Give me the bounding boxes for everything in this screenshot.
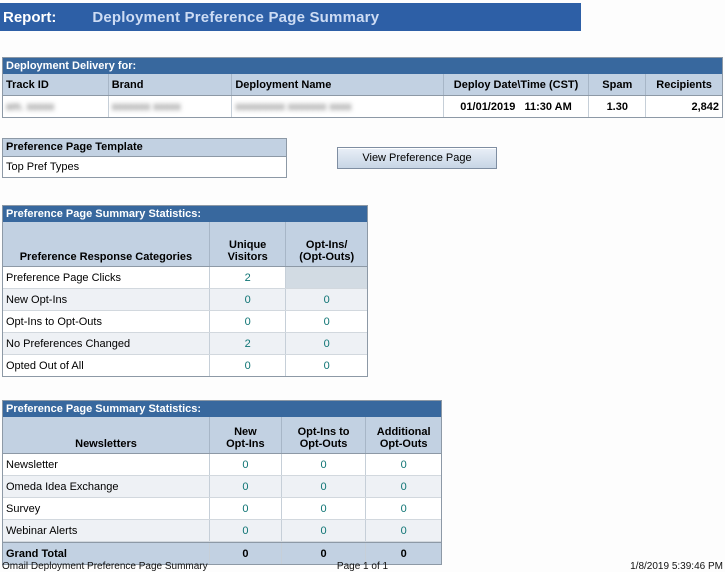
track-id-value: xm. xxxxx	[3, 96, 108, 117]
preference-template-box: Preference Page Template Top Pref Types	[2, 138, 287, 178]
unique-visitors-value: 2	[209, 267, 286, 288]
additional-optouts-value: 0	[365, 454, 441, 475]
row-label: Opt-Ins to Opt-Outs	[3, 311, 209, 332]
footer-report-name: Omail Deployment Preference Page Summary	[2, 561, 242, 572]
col-header-recipients: Recipients	[645, 74, 722, 95]
table-row: Survey 0 0 0	[3, 498, 441, 520]
optins-optouts-value: 0	[285, 289, 367, 310]
page-title: Deployment Preference Page Summary	[92, 9, 379, 26]
delivery-column-header-row: Track ID Brand Deployment Name Deploy Da…	[3, 74, 722, 96]
optins-to-optouts-value: 0	[281, 498, 366, 519]
col-header-response-categories: Preference Response Categories	[3, 222, 209, 266]
deployment-name-value: xxxxxxxxx xxxxxxx xxxx	[231, 96, 442, 117]
row-label: New Opt-Ins	[3, 289, 209, 310]
row-label: Opted Out of All	[3, 355, 209, 376]
delivery-section-header: Deployment Delivery for:	[3, 58, 722, 74]
view-preference-page-button[interactable]: View Preference Page	[337, 147, 497, 169]
row-label: Preference Page Clicks	[3, 267, 209, 288]
additional-optouts-value: 0	[365, 476, 441, 497]
new-optins-value: 0	[209, 520, 281, 541]
unique-visitors-value: 2	[209, 333, 286, 354]
table-row: Preference Page Clicks 2	[3, 267, 367, 289]
table-row: Webinar Alerts 0 0 0	[3, 520, 441, 542]
stats2-column-header-row: Newsletters New Opt-Ins Opt-Ins to Opt-O…	[3, 417, 441, 454]
optins-to-optouts-value: 0	[281, 520, 366, 541]
row-label: Survey	[3, 498, 209, 519]
deploy-datetime-value: 01/01/2019 11:30 AM	[443, 96, 589, 117]
row-label: Newsletter	[3, 454, 209, 475]
optins-optouts-value: 0	[285, 333, 367, 354]
stats2-section-header: Preference Page Summary Statistics:	[3, 401, 441, 417]
delivery-table: Deployment Delivery for: Track ID Brand …	[2, 57, 723, 118]
spam-value: 1.30	[588, 96, 645, 117]
table-row: Newsletter 0 0 0	[3, 454, 441, 476]
stats1-section-header: Preference Page Summary Statistics:	[3, 206, 367, 222]
additional-optouts-value: 0	[365, 498, 441, 519]
col-header-deploy-datetime: Deploy Date\Time (CST)	[443, 74, 589, 95]
new-optins-value: 0	[209, 476, 281, 497]
report-label: Report:	[0, 9, 56, 26]
optins-optouts-value: 0	[285, 355, 367, 376]
col-header-unique-visitors: Unique Visitors	[209, 222, 286, 266]
col-header-spam: Spam	[588, 74, 645, 95]
unique-visitors-value: 0	[209, 311, 286, 332]
optins-to-optouts-value: 0	[281, 476, 366, 497]
table-row: Opted Out of All 0 0	[3, 355, 367, 376]
row-label: No Preferences Changed	[3, 333, 209, 354]
col-header-deployment-name: Deployment Name	[231, 74, 442, 95]
table-row: Opt-Ins to Opt-Outs 0 0	[3, 311, 367, 333]
delivery-data-row: xm. xxxxx xxxxxxx xxxxx xxxxxxxxx xxxxxx…	[3, 96, 722, 117]
footer-timestamp: 1/8/2019 5:39:46 PM	[483, 561, 723, 572]
unique-visitors-value: 0	[209, 289, 286, 310]
stats1-column-header-row: Preference Response Categories Unique Vi…	[3, 222, 367, 267]
optins-to-optouts-value: 0	[281, 454, 366, 475]
preference-template-header: Preference Page Template	[3, 139, 286, 157]
col-header-newsletters: Newsletters	[3, 417, 209, 453]
optins-optouts-value	[285, 267, 367, 288]
col-header-optins-to-optouts: Opt-Ins to Opt-Outs	[281, 417, 366, 453]
report-footer: Omail Deployment Preference Page Summary…	[2, 561, 723, 572]
preference-summary-table-1: Preference Page Summary Statistics: Pref…	[2, 205, 368, 377]
row-label: Webinar Alerts	[3, 520, 209, 541]
optins-optouts-value: 0	[285, 311, 367, 332]
recipients-value: 2,842	[645, 96, 722, 117]
table-row: Omeda Idea Exchange 0 0 0	[3, 476, 441, 498]
additional-optouts-value: 0	[365, 520, 441, 541]
col-header-optins-optouts: Opt-Ins/ (Opt-Outs)	[285, 222, 367, 266]
unique-visitors-value: 0	[209, 355, 286, 376]
preference-summary-table-2: Preference Page Summary Statistics: News…	[2, 400, 442, 565]
col-header-additional-optouts: Additional Opt-Outs	[365, 417, 441, 453]
col-header-new-optins: New Opt-Ins	[209, 417, 281, 453]
table-row: New Opt-Ins 0 0	[3, 289, 367, 311]
col-header-track-id: Track ID	[3, 74, 108, 95]
table-row: No Preferences Changed 2 0	[3, 333, 367, 355]
new-optins-value: 0	[209, 454, 281, 475]
footer-page-number: Page 1 of 1	[242, 561, 482, 572]
col-header-brand: Brand	[108, 74, 232, 95]
brand-value: xxxxxxx xxxxx	[108, 96, 232, 117]
report-title-bar: Report: Deployment Preference Page Summa…	[0, 3, 581, 31]
new-optins-value: 0	[209, 498, 281, 519]
preference-template-value: Top Pref Types	[3, 157, 286, 177]
row-label: Omeda Idea Exchange	[3, 476, 209, 497]
